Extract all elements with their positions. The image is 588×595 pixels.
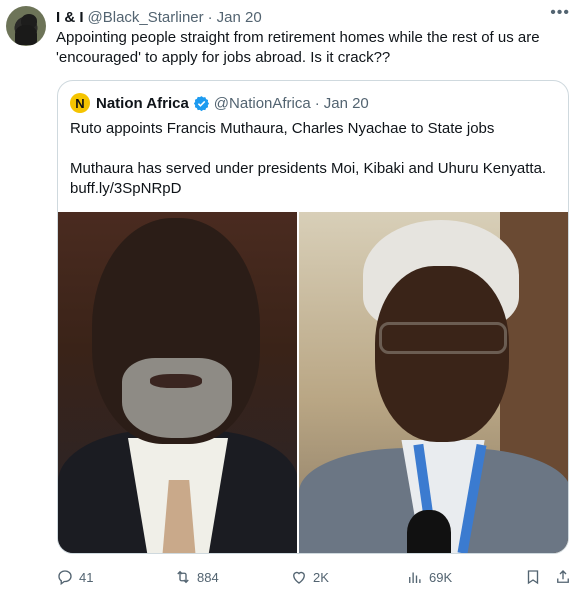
quoted-text-line1: Ruto appoints Francis Muthaura, Charles … [70, 120, 495, 137]
author-handle[interactable]: @Black_Starliner [88, 9, 204, 26]
retweet-button[interactable]: 884 [174, 568, 219, 586]
header-separator: · [207, 8, 213, 26]
verified-badge-icon [193, 95, 209, 111]
author-display-name[interactable]: I & I [56, 9, 84, 26]
bookmark-icon [527, 570, 539, 585]
avatar[interactable] [6, 6, 46, 46]
tweet-timestamp[interactable]: Jan 20 [217, 9, 262, 26]
quoted-media[interactable] [58, 212, 568, 553]
quoted-tweet-text: Ruto appoints Francis Muthaura, Charles … [70, 119, 550, 199]
quoted-author-display-name[interactable]: Nation Africa [96, 95, 189, 112]
right-microphone [407, 510, 452, 553]
tweet-text: Appointing people straight from retireme… [56, 29, 540, 66]
quoted-author-handle[interactable]: @NationAfrica [214, 95, 311, 112]
left-beard [122, 358, 232, 438]
right-head [375, 266, 510, 442]
views-icon [409, 572, 421, 583]
reply-count: 41 [79, 569, 94, 585]
tweet[interactable]: I & I @Black_Starliner · Jan 20 ••• Appo… [0, 0, 588, 595]
quoted-timestamp[interactable]: Jan 20 [324, 95, 369, 112]
like-count: 2K [313, 569, 329, 585]
share-button[interactable] [554, 568, 577, 586]
bookmark-button[interactable] [524, 568, 547, 586]
more-options-icon[interactable]: ••• [550, 4, 570, 22]
quoted-text-line2: Muthaura has served under presidents Moi… [70, 160, 547, 197]
quoted-tweet-header: N Nation Africa @NationAfrica · Jan 20 [70, 93, 369, 113]
avatar-dog-body [15, 25, 37, 45]
tweet-header: I & I @Black_Starliner · Jan 20 [56, 7, 568, 27]
retweet-icon [177, 570, 189, 584]
nation-africa-logo: N [70, 93, 90, 113]
share-icon [557, 570, 569, 583]
views-button[interactable]: 69K [406, 568, 452, 586]
photo-right[interactable] [299, 212, 568, 553]
quoted-header-separator: · [314, 94, 320, 112]
reply-button[interactable]: 41 [56, 568, 93, 586]
left-mouth [150, 374, 202, 388]
views-count: 69K [429, 569, 453, 585]
retweet-count: 884 [197, 569, 219, 585]
heart-icon [293, 571, 305, 584]
quoted-tweet[interactable]: N Nation Africa @NationAfrica · Jan 20 R… [57, 80, 569, 554]
reply-icon [58, 570, 72, 586]
right-glasses [379, 322, 508, 354]
like-button[interactable]: 2K [290, 568, 329, 586]
tweet-actions: 41 884 2K 69K [56, 568, 576, 588]
photo-left[interactable] [58, 212, 298, 553]
